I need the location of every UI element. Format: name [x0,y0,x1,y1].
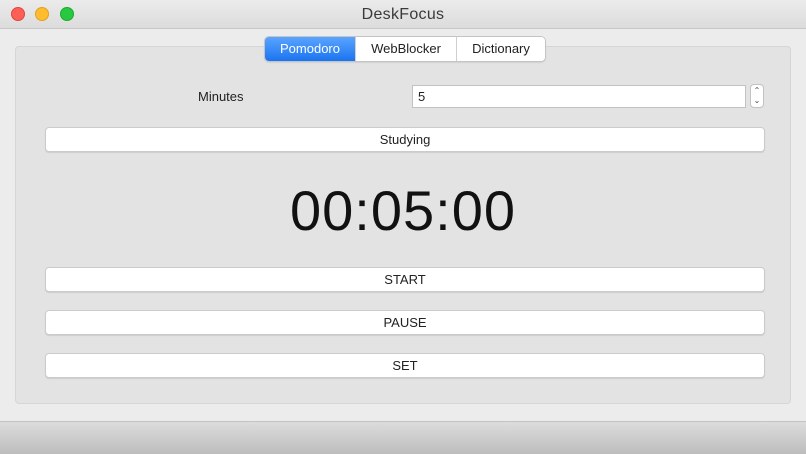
tab-pomodoro[interactable]: Pomodoro [265,37,356,61]
chevron-up-icon[interactable]: ⌃ [754,86,761,96]
minutes-stepper[interactable]: ⌃ ⌄ [750,84,764,108]
set-button[interactable]: SET [45,353,765,378]
minutes-input[interactable] [412,85,746,108]
tab-dictionary[interactable]: Dictionary [457,37,545,61]
tab-webblocker[interactable]: WebBlocker [356,37,457,61]
window-title: DeskFocus [361,6,445,23]
minutes-label: Minutes [198,89,244,104]
pause-button[interactable]: PAUSE [45,310,765,335]
bottom-bar [0,421,806,454]
mode-button[interactable]: Studying [45,127,765,152]
timer-display: 00:05:00 [290,179,516,242]
tab-bar: Pomodoro WebBlocker Dictionary [264,36,546,62]
title-bar: DeskFocus [0,0,806,29]
start-button[interactable]: START [45,267,765,292]
chevron-down-icon[interactable]: ⌄ [754,96,761,106]
